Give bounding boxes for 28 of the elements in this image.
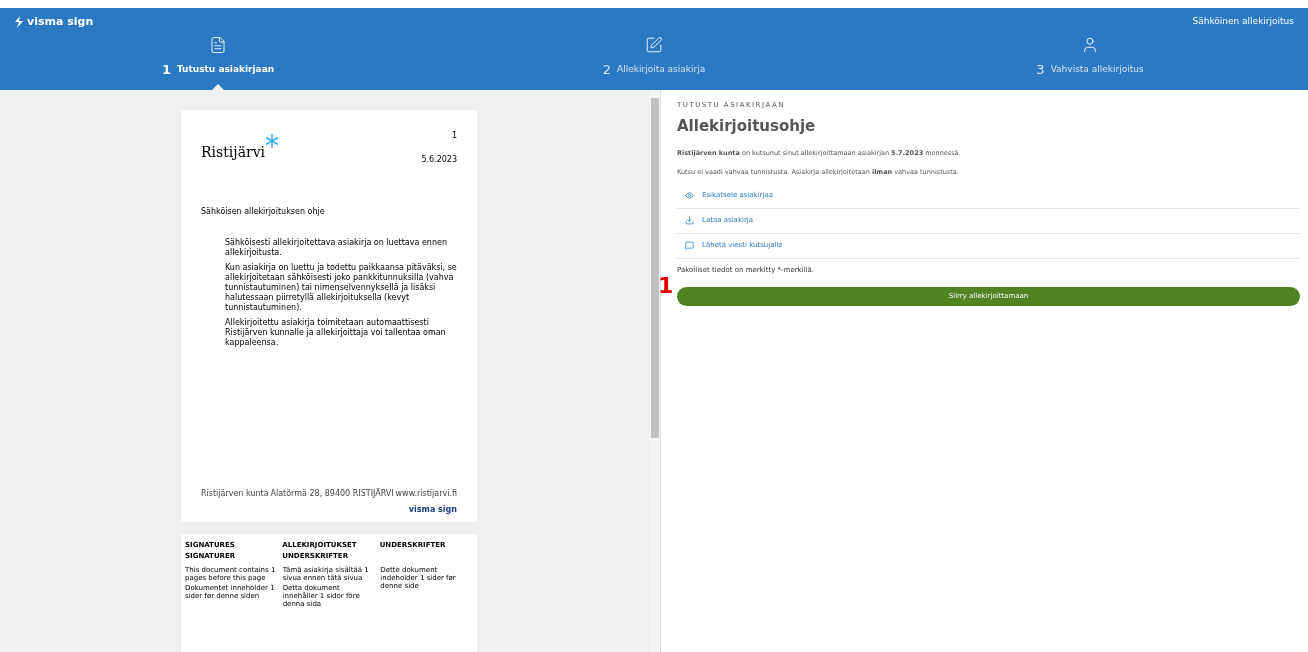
document-paragraph: Allekirjoitettu asiakirja toimitetaan automaattisesti Ristijärven kunnalle ja allekirjoittaja voi tallentaa oman kappaleensa. bbox=[225, 318, 447, 348]
document-paragraph: Sähköisesti allekirjoitettava asiakirja on luettava ennen allekirjoitusta. bbox=[225, 238, 448, 258]
footer-text: Alatörmä 28, 89400 RISTIJÄRVI bbox=[270, 487, 394, 500]
document-heading: Sähköisen allekirjoituksen ohje bbox=[201, 206, 326, 218]
page-number: 1 bbox=[451, 130, 457, 142]
annotation-number: 1 bbox=[658, 275, 674, 297]
scrollbar-thumb[interactable] bbox=[651, 98, 659, 438]
eye-icon bbox=[685, 191, 694, 200]
document-icon bbox=[209, 36, 227, 54]
message-icon bbox=[685, 241, 694, 250]
service-title: Sähköinen allekirjoitus bbox=[1192, 15, 1294, 29]
footer-text: www.ristijarvi.fi bbox=[395, 487, 457, 500]
step-tab[interactable]: 2 Allekirjoita asiakirja bbox=[602, 60, 706, 80]
footer-logo: visma sign bbox=[408, 503, 457, 516]
panel-title: Allekirjoitusohje bbox=[677, 115, 817, 137]
document-date: 5.6.2023 bbox=[421, 154, 457, 166]
scrollbar[interactable] bbox=[650, 90, 660, 652]
document-paragraph: Kun asiakirja on luettu ja todettu paikkaansa pitäväksi, se allekirjoitetaan sähköisesti joko pankkitunnuksilla (vahva tunnistautuminen) tai nimenselvennyksellä ja lisäksi halutessaan piirretyllä allekirjoituksella (kevyt tunnistautuminen). bbox=[225, 263, 457, 313]
snowflake-icon bbox=[265, 134, 280, 148]
person-icon bbox=[1081, 36, 1099, 54]
download-icon bbox=[685, 216, 694, 225]
org-logo: Ristijärvi bbox=[201, 143, 266, 162]
step-tab[interactable]: 1 Tutustu asiakirjaan bbox=[161, 60, 275, 80]
edit-icon bbox=[645, 36, 663, 54]
step-tab[interactable]: 3 Vahvista allekirjoitus bbox=[1036, 60, 1144, 80]
logo-icon bbox=[14, 16, 24, 28]
footer-text: Ristijärven kunta bbox=[201, 487, 269, 500]
logo-text: visma sign bbox=[27, 13, 94, 30]
